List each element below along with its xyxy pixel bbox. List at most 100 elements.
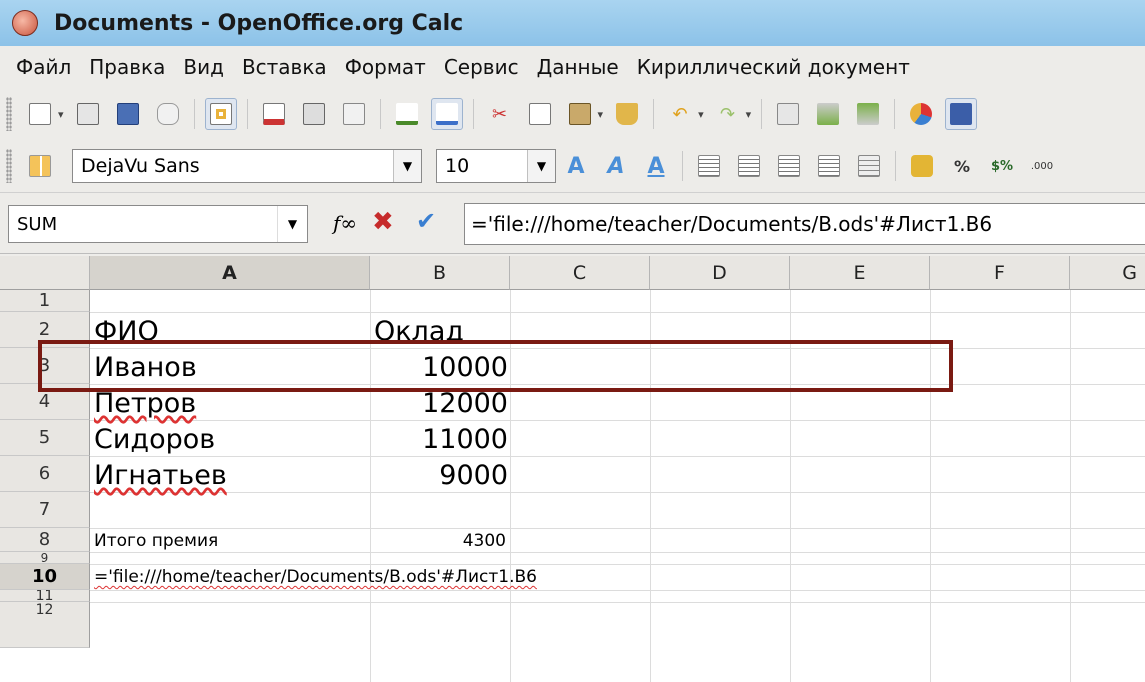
email-button[interactable]: [152, 98, 184, 130]
menu-data[interactable]: Данные: [537, 55, 619, 79]
add-decimal-place-button[interactable]: .000: [1026, 150, 1058, 182]
clone-formatting-button[interactable]: [611, 98, 643, 130]
toolbar-grip-icon[interactable]: [6, 97, 12, 131]
grid-line: [90, 552, 1145, 553]
column-header-g[interactable]: G: [1070, 256, 1145, 290]
styles-button[interactable]: [24, 150, 56, 182]
chevron-down-icon[interactable]: ▼: [527, 150, 555, 182]
font-size-value: 10: [445, 155, 470, 177]
menu-insert[interactable]: Вставка: [242, 55, 327, 79]
sort-ascending-icon: [817, 103, 840, 125]
formula-input[interactable]: ='file:///home/teacher/Documents/B.ods'#…: [464, 203, 1145, 245]
toolbar-separator: [193, 99, 195, 129]
italic-button[interactable]: A: [600, 150, 632, 182]
row-header-11[interactable]: 11: [0, 590, 90, 602]
spellcheck-button[interactable]: [391, 98, 423, 130]
cell-b5[interactable]: 11000: [370, 422, 508, 456]
number-format-currency-button[interactable]: [906, 150, 938, 182]
menu-format[interactable]: Формат: [345, 55, 426, 79]
openoffice-logo-icon: [12, 10, 38, 36]
paste-dropdown-icon[interactable]: ▾: [598, 108, 604, 121]
cut-button[interactable]: ✂: [484, 98, 516, 130]
row-header-8[interactable]: 8: [0, 528, 90, 552]
font-size-combo[interactable]: 10 ▼: [436, 149, 556, 183]
row-header-10[interactable]: 10: [0, 564, 90, 590]
edit-file-button[interactable]: [204, 98, 237, 130]
sort-ascending-button[interactable]: [812, 98, 844, 130]
new-dropdown-icon[interactable]: ▾: [58, 108, 64, 121]
draw-functions-icon: [950, 103, 973, 125]
column-header-b[interactable]: B: [370, 256, 510, 290]
menu-edit[interactable]: Правка: [89, 55, 165, 79]
font-name-combo[interactable]: DejaVu Sans ▼: [72, 149, 422, 183]
menu-view[interactable]: Вид: [183, 55, 224, 79]
copy-button[interactable]: [524, 98, 556, 130]
cell-a5[interactable]: Сидоров: [94, 422, 215, 456]
column-header-a[interactable]: A: [90, 256, 370, 290]
justify-button[interactable]: [813, 150, 845, 182]
column-header-c[interactable]: C: [510, 256, 650, 290]
copy-icon: [528, 103, 551, 125]
new-document-button[interactable]: [24, 98, 56, 130]
justify-icon: [818, 155, 840, 177]
merge-cells-button[interactable]: [853, 150, 885, 182]
cell-a10-editing[interactable]: ='file:///home/teacher/Documents/B.ods'#…: [94, 564, 537, 590]
undo-dropdown-icon[interactable]: ▾: [698, 108, 704, 121]
underline-button[interactable]: A: [640, 150, 672, 182]
print-button[interactable]: [298, 98, 330, 130]
menu-bar: Файл Правка Вид Вставка Формат Сервис Да…: [0, 46, 1145, 88]
sort-descending-button[interactable]: [852, 98, 884, 130]
column-header-f[interactable]: F: [930, 256, 1070, 290]
row-header-7[interactable]: 7: [0, 492, 90, 528]
row-header-12[interactable]: 12: [0, 602, 90, 648]
menu-file[interactable]: Файл: [16, 55, 71, 79]
menu-cyrillic-document[interactable]: Кириллический документ: [637, 55, 910, 79]
cell-a8[interactable]: Итого премия: [94, 530, 218, 552]
spreadsheet-grid[interactable]: A B C D E F G 1 2 3 4 5 6 7 8 9 10 11 12…: [0, 256, 1145, 682]
open-button[interactable]: [72, 98, 104, 130]
show-draw-functions-button[interactable]: [945, 98, 978, 130]
row-header-9[interactable]: 9: [0, 552, 90, 564]
toolbar-grip-icon[interactable]: [6, 149, 12, 183]
bold-button[interactable]: A: [560, 150, 592, 182]
merge-cells-icon: [858, 155, 880, 177]
number-format-standard-button[interactable]: $%: [986, 150, 1018, 182]
hyperlink-button[interactable]: [772, 98, 804, 130]
cell-b6[interactable]: 9000: [370, 458, 508, 492]
export-pdf-button[interactable]: [258, 98, 290, 130]
cell-b8[interactable]: 4300: [370, 530, 506, 552]
row-header-6[interactable]: 6: [0, 456, 90, 492]
printer-icon: [302, 103, 325, 125]
save-button[interactable]: [112, 98, 144, 130]
autospellcheck-button[interactable]: [430, 98, 463, 130]
undo-button[interactable]: ↶: [664, 98, 696, 130]
paste-button[interactable]: [564, 98, 596, 130]
align-center-icon: [738, 155, 760, 177]
chart-button[interactable]: [905, 98, 937, 130]
chevron-down-icon[interactable]: ▼: [277, 206, 307, 242]
row-header-5[interactable]: 5: [0, 420, 90, 456]
redo-button[interactable]: ↷: [712, 98, 744, 130]
row-header-1[interactable]: 1: [0, 290, 90, 312]
column-header-e[interactable]: E: [790, 256, 930, 290]
chevron-down-icon[interactable]: ▼: [393, 150, 421, 182]
menu-tools[interactable]: Сервис: [444, 55, 519, 79]
formula-bar: SUM ▼ f∞ ✖ ✔ ='file:///home/teacher/Docu…: [0, 192, 1145, 254]
select-all-corner[interactable]: [0, 256, 90, 290]
cancel-icon[interactable]: ✖: [372, 207, 394, 237]
redo-dropdown-icon[interactable]: ▾: [746, 108, 752, 121]
function-wizard-icon[interactable]: f∞: [333, 211, 357, 235]
align-right-button[interactable]: [773, 150, 805, 182]
toolbar-separator: [472, 99, 474, 129]
print-preview-button[interactable]: [338, 98, 370, 130]
column-header-d[interactable]: D: [650, 256, 790, 290]
pdf-icon: [262, 103, 285, 125]
paste-icon: [568, 103, 591, 125]
cell-a6[interactable]: Игнатьев: [94, 458, 227, 492]
grid-line: [90, 492, 1145, 493]
name-box[interactable]: SUM ▼: [8, 205, 308, 243]
accept-icon[interactable]: ✔: [416, 207, 436, 235]
number-format-percent-button[interactable]: %: [946, 150, 978, 182]
align-center-button[interactable]: [733, 150, 765, 182]
align-left-button[interactable]: [693, 150, 725, 182]
